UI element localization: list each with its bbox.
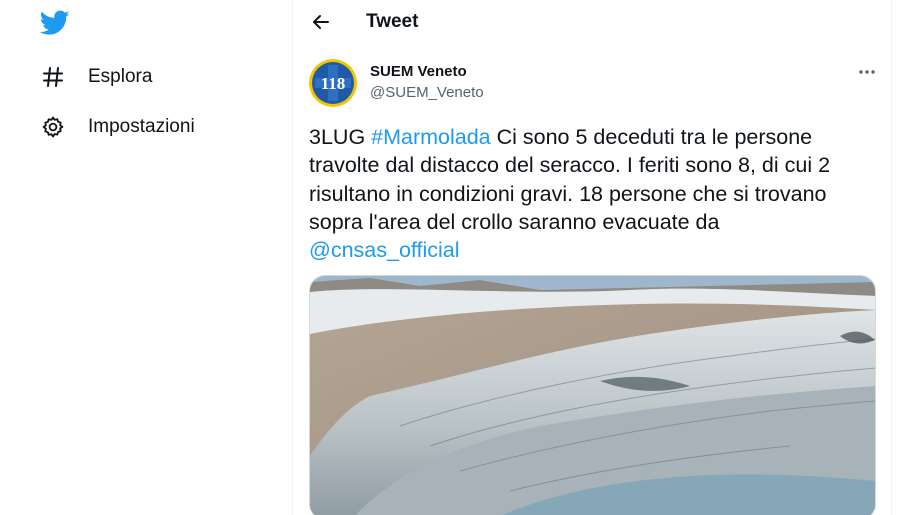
page-header: Tweet <box>293 0 891 44</box>
hashtag-link[interactable]: #Marmolada <box>371 125 491 149</box>
avatar-text: 118 <box>321 74 346 93</box>
mention-link[interactable]: @cnsas_official <box>309 238 460 262</box>
twitter-bird-icon[interactable] <box>39 10 70 36</box>
sidebar-item-label: Impostazioni <box>88 116 195 137</box>
avatar[interactable]: 118 <box>309 59 357 107</box>
sidebar-item-settings[interactable]: Impostazioni <box>40 112 195 142</box>
tweet-photo[interactable] <box>309 275 876 515</box>
tweet-text: 3LUG #Marmolada Ci sono 5 deceduti tra l… <box>309 123 875 264</box>
more-options-icon[interactable] <box>855 62 879 82</box>
tweet-text-part: 3LUG <box>309 125 372 149</box>
page-title: Tweet <box>366 11 419 32</box>
sidebar-item-explore[interactable]: Esplora <box>40 62 152 92</box>
gear-icon <box>40 114 66 140</box>
sidebar: Esplora Impostazioni <box>0 0 292 515</box>
hashtag-icon <box>40 64 66 90</box>
sidebar-item-label: Esplora <box>88 66 153 87</box>
back-arrow-icon[interactable] <box>309 10 333 34</box>
author-name[interactable]: SUEM Veneto <box>370 63 467 80</box>
author-handle[interactable]: @SUEM_Veneto <box>370 84 484 101</box>
main-column: Tweet 118 SUEM Veneto @SUEM_Veneto 3LUG … <box>292 0 892 515</box>
